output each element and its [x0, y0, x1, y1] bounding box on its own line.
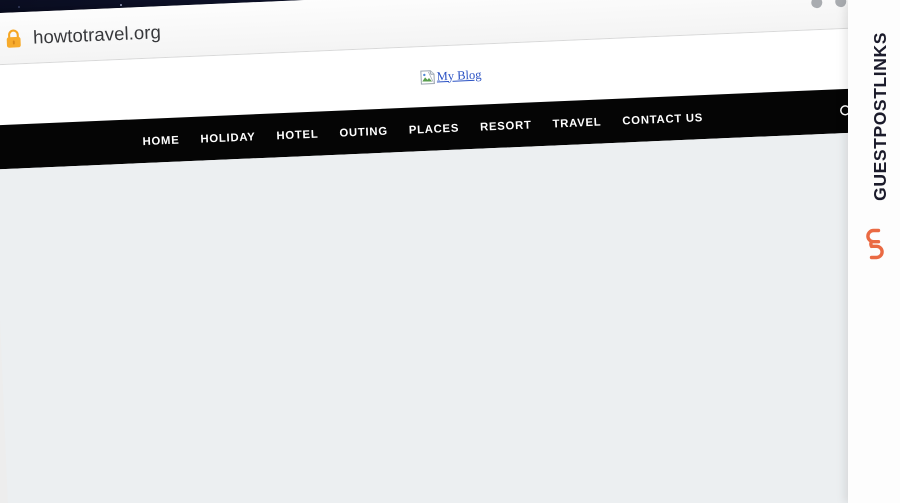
watermark-panel: GUESTPOSTLINKS — [848, 0, 900, 503]
nav-link-holiday[interactable]: HOLIDAY — [200, 131, 256, 145]
nav-item-resort[interactable]: RESORT — [480, 115, 532, 135]
nav-item-travel[interactable]: TRAVEL — [552, 112, 602, 132]
page-viewport: My Blog HOME HOLIDAY HOTEL OUTING PLACES… — [0, 26, 900, 503]
url-text: howtotravel.org — [32, 21, 162, 48]
nav-link-places[interactable]: PLACES — [409, 123, 460, 137]
nav-link-outing[interactable]: OUTING — [339, 126, 388, 140]
nav-item-holiday[interactable]: HOLIDAY — [200, 127, 256, 147]
site-logo-alt-text: My Blog — [436, 67, 482, 83]
site-logo-link[interactable]: My Blog — [419, 67, 482, 85]
nav-link-home[interactable]: HOME — [142, 135, 179, 149]
browser-window: howtotravel.org My Blog HOME HOLIDAY HOT… — [0, 0, 900, 503]
nav-link-contact-us[interactable]: CONTACT US — [622, 112, 703, 127]
site-body — [0, 130, 900, 503]
star — [120, 4, 122, 6]
address-bar[interactable]: howtotravel.org — [4, 16, 161, 55]
browser-mockup-wrapper: howtotravel.org My Blog HOME HOLIDAY HOT… — [0, 0, 900, 503]
window-dot[interactable] — [835, 0, 847, 8]
nav-link-hotel[interactable]: HOTEL — [276, 129, 319, 143]
nav-link-travel[interactable]: TRAVEL — [552, 116, 601, 130]
chain-link-icon — [866, 228, 884, 260]
padlock-icon — [6, 29, 21, 48]
broken-image-icon — [419, 69, 435, 85]
nav-item-places[interactable]: PLACES — [408, 119, 460, 139]
nav-item-home[interactable]: HOME — [142, 131, 180, 151]
nav-link-resort[interactable]: RESORT — [480, 119, 532, 133]
screenshot-stage: howtotravel.org My Blog HOME HOLIDAY HOT… — [0, 0, 900, 503]
nav-item-outing[interactable]: OUTING — [339, 122, 388, 142]
window-dot[interactable] — [811, 0, 823, 9]
nav-item-hotel[interactable]: HOTEL — [276, 125, 319, 145]
watermark-brand-text: GUESTPOSTLINKS — [870, 32, 890, 201]
star — [18, 6, 20, 8]
nav-item-contact-us[interactable]: CONTACT US — [622, 108, 703, 129]
